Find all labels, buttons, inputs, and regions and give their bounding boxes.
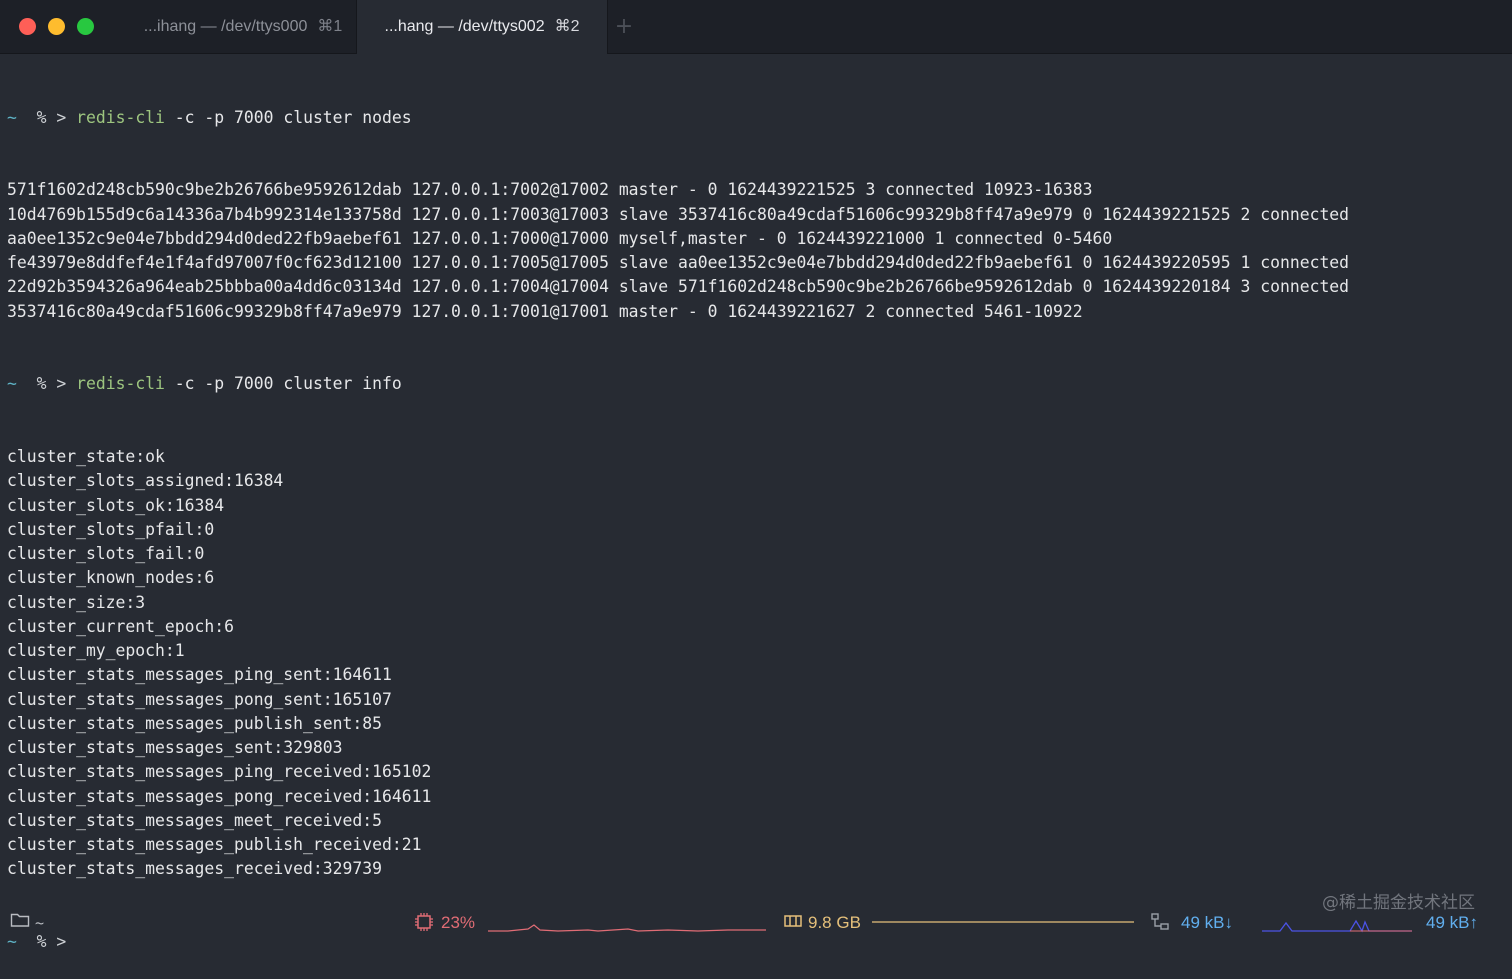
output-line: cluster_stats_messages_publish_received:… xyxy=(7,835,422,854)
memory-icon xyxy=(784,912,802,936)
tab-ttys002[interactable]: ...hang — /dev/ttys002 ⌘2 xyxy=(356,0,608,54)
network-graph xyxy=(1262,915,1412,941)
memory-graph xyxy=(872,915,1134,941)
output-line: cluster_stats_messages_pong_sent:165107 xyxy=(7,689,392,709)
cpu-chip-icon xyxy=(414,912,434,938)
output-line: cluster_current_epoch:6 xyxy=(7,616,234,636)
output-line: cluster_size:3 xyxy=(7,592,146,612)
output-line: cluster_stats_messages_received:329739 xyxy=(7,859,382,879)
command-args: -c -p 7000 cluster nodes xyxy=(164,107,412,127)
folder-icon xyxy=(10,912,30,934)
output-line: fe43979e8ddfef4e1f4afd97007f0cf623d12100… xyxy=(7,253,1350,272)
cpu-usage: 23% xyxy=(441,913,476,932)
output-line: cluster_known_nodes:6 xyxy=(7,568,215,588)
terminal-output[interactable]: ~ % > redis-cli -c -p 7000 cluster nodes… xyxy=(7,57,1507,979)
output-line: cluster_slots_pfail:0 xyxy=(7,519,215,539)
status-bar: ~ 23% 9.8 GB 49 kB↓ 49 kB↑ xyxy=(0,907,1512,939)
tab-title: ...hang — /dev/ttys002 xyxy=(384,18,545,35)
title-bar: ...ihang — /dev/ttys000 ⌘1 ...hang — /dev… xyxy=(0,0,1512,54)
tab-title: ...ihang — /dev/ttys000 xyxy=(143,18,308,35)
cpu-graph xyxy=(488,915,766,941)
output-line: cluster_slots_ok:16384 xyxy=(7,495,225,515)
output-line: cluster_state:ok xyxy=(7,447,165,466)
output-line: 22d92b3594326a964eab25bbba00a4dd6c03134d… xyxy=(7,277,1350,297)
tab-shortcut: ⌘2 xyxy=(554,18,580,35)
memory-usage: 9.8 GB xyxy=(808,913,861,932)
output-line: cluster_stats_messages_publish_sent:85 xyxy=(7,713,382,733)
cluster-nodes-output: 571f1602d248cb590c9be2b26766be9592612dab… xyxy=(7,178,1507,324)
minimize-window-button[interactable] xyxy=(48,18,65,35)
new-tab-button[interactable]: + xyxy=(612,13,636,41)
network-upload: 49 kB↑ xyxy=(1426,913,1478,932)
command-program: redis-cli xyxy=(76,107,165,127)
tab-shortcut: ⌘1 xyxy=(317,18,343,35)
command-program: redis-cli xyxy=(76,374,165,394)
close-window-button[interactable] xyxy=(19,18,36,35)
output-line: cluster_stats_messages_sent:329803 xyxy=(7,738,343,757)
prompt-line: ~ % > redis-cli -c -p 7000 cluster info xyxy=(7,372,1507,396)
output-line: cluster_stats_messages_meet_received:5 xyxy=(7,810,382,830)
prompt-symbol: % > xyxy=(36,374,67,394)
output-line: cluster_stats_messages_pong_received:164… xyxy=(7,786,432,806)
prompt-line: ~ % > redis-cli -c -p 7000 cluster nodes xyxy=(7,106,1507,130)
tab-ttys000[interactable]: ...ihang — /dev/ttys000 ⌘1 xyxy=(128,0,356,53)
cluster-info-output: cluster_state:ok cluster_slots_assigned:1… xyxy=(7,445,1507,882)
prompt-symbol: % > xyxy=(36,107,67,127)
output-line: cluster_stats_messages_ping_sent:164611 xyxy=(7,665,392,685)
prompt-dir: ~ xyxy=(7,374,17,394)
output-line: 10d4769b155d9c6a14336a7b4b992314e133758d… xyxy=(7,204,1350,224)
command-args: -c -p 7000 cluster info xyxy=(164,374,402,394)
output-line: 3537416c80a49cdaf51606c99329b8ff47a9e979… xyxy=(7,301,1083,321)
output-line: cluster_my_epoch:1 xyxy=(7,641,185,660)
zoom-window-button[interactable] xyxy=(77,18,94,35)
output-line: cluster_slots_assigned:16384 xyxy=(7,471,284,491)
output-line: 571f1602d248cb590c9be2b26766be9592612dab… xyxy=(7,180,1093,200)
network-icon xyxy=(1150,912,1170,938)
network-download: 49 kB↓ xyxy=(1181,913,1233,932)
output-line: cluster_stats_messages_ping_received:165… xyxy=(7,762,432,782)
output-line: aa0ee1352c9e04e7bbdd294d0ded22fb9aebef61… xyxy=(7,228,1113,248)
prompt-dir: ~ xyxy=(7,107,17,127)
output-line: cluster_slots_fail:0 xyxy=(7,544,205,563)
current-directory: ~ xyxy=(35,914,45,932)
